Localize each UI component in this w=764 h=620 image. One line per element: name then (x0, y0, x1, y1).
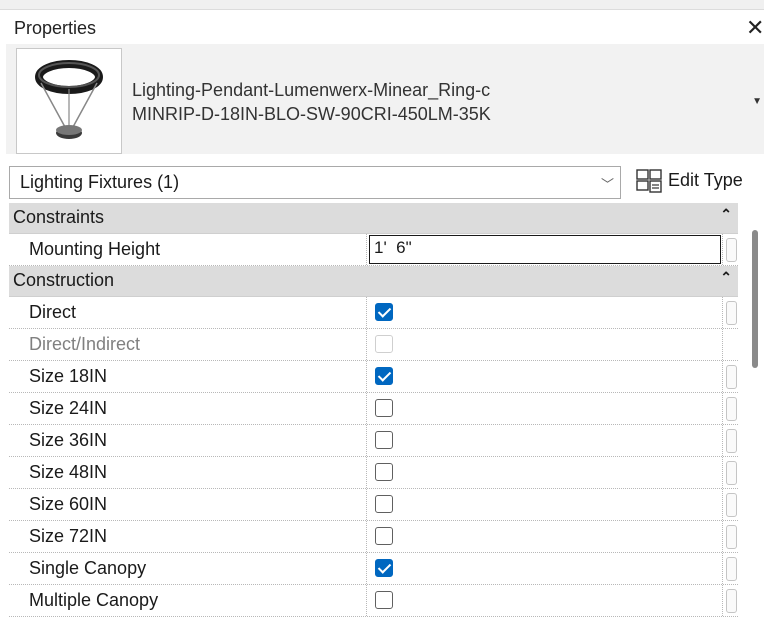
close-icon[interactable]: ✕ (746, 15, 764, 41)
direct-checkbox[interactable] (375, 303, 393, 321)
property-name: Size 36IN (29, 430, 108, 450)
property-row-size-24in[interactable]: Size 24IN (9, 393, 738, 425)
associate-parameter-button[interactable] (726, 238, 737, 262)
property-name: Size 48IN (29, 462, 108, 482)
size-48in-checkbox[interactable] (375, 463, 393, 481)
associate-parameter-button[interactable] (726, 557, 737, 581)
collapse-icon[interactable]: ⌃ (720, 206, 732, 223)
direct-indirect-checkbox (375, 335, 393, 353)
associate-parameter-button[interactable] (726, 397, 737, 421)
property-name: Size 18IN (29, 366, 108, 386)
size-60in-checkbox[interactable] (375, 495, 393, 513)
properties-titlebar: Properties ✕ (6, 13, 764, 45)
property-row-size-60in[interactable]: Size 60IN (9, 489, 738, 521)
collapse-icon[interactable]: ⌃ (720, 269, 732, 286)
instance-filter-value: Lighting Fixtures (1) (20, 172, 180, 192)
property-row-direct-indirect[interactable]: Direct/Indirect (9, 329, 738, 361)
associate-parameter-button[interactable] (726, 589, 737, 613)
property-row-size-36in[interactable]: Size 36IN (9, 425, 738, 457)
property-name: Single Canopy (29, 558, 147, 578)
group-label: Constraints (13, 207, 105, 227)
properties-grid: Constraints ⌃ Mounting Height 1' 6" Cons… (9, 203, 738, 617)
scrollbar-thumb[interactable] (752, 230, 758, 368)
property-name: Multiple Canopy (29, 590, 159, 610)
property-name: Direct/Indirect (29, 334, 141, 354)
associate-parameter-button[interactable] (726, 429, 737, 453)
type-code: MINRIP-D-18IN-BLO-SW-90CRI-450LM-35K (132, 104, 491, 124)
property-row-direct[interactable]: Direct (9, 297, 738, 329)
size-18in-checkbox[interactable] (375, 367, 393, 385)
chevron-down-icon[interactable]: ﹀ (601, 174, 614, 193)
type-name: Lighting-Pendant-Lumenwerx-Minear_Ring-c… (132, 78, 491, 126)
property-name: Size 24IN (29, 398, 108, 418)
property-row-size-72in[interactable]: Size 72IN (9, 521, 738, 553)
size-72in-checkbox[interactable] (375, 527, 393, 545)
size-24in-checkbox[interactable] (375, 399, 393, 417)
associate-parameter-button[interactable] (726, 461, 737, 485)
family-name: Lighting-Pendant-Lumenwerx-Minear_Ring-c (132, 80, 491, 100)
single-canopy-checkbox[interactable] (375, 559, 393, 577)
group-label: Construction (13, 270, 115, 290)
size-36in-checkbox[interactable] (375, 431, 393, 449)
group-construction[interactable]: Construction ⌃ (9, 266, 738, 297)
pendant-ring-light-icon (16, 48, 122, 154)
associate-parameter-button[interactable] (726, 525, 737, 549)
associate-parameter-button[interactable] (726, 493, 737, 517)
edit-type-icon (636, 169, 662, 193)
property-row-size-48in[interactable]: Size 48IN (9, 457, 738, 489)
property-row-single-canopy[interactable]: Single Canopy (9, 553, 738, 585)
panel-title: Properties (14, 18, 97, 38)
property-row-size-18in[interactable]: Size 18IN (9, 361, 738, 393)
multiple-canopy-checkbox[interactable] (375, 591, 393, 609)
type-dropdown-icon[interactable]: ▼ (752, 96, 762, 107)
property-name: Direct (29, 302, 77, 322)
property-name: Size 72IN (29, 526, 108, 546)
property-name: Size 60IN (29, 494, 108, 514)
instance-filter-dropdown[interactable]: Lighting Fixtures (1) ﹀ (9, 166, 621, 199)
property-name: Mounting Height (29, 239, 161, 259)
mounting-height-value: 1' 6" (374, 238, 412, 257)
type-selector[interactable]: Lighting-Pendant-Lumenwerx-Minear_Ring-c… (6, 44, 764, 154)
mounting-height-input[interactable]: 1' 6" (369, 235, 721, 264)
property-row-mounting-height[interactable]: Mounting Height 1' 6" (9, 234, 738, 266)
associate-parameter-button[interactable] (726, 301, 737, 325)
edit-type-label: Edit Type (668, 170, 743, 190)
property-row-multiple-canopy[interactable]: Multiple Canopy (9, 585, 738, 617)
group-constraints[interactable]: Constraints ⌃ (9, 203, 738, 234)
panel-top-edge (0, 0, 764, 10)
associate-parameter-button[interactable] (726, 365, 737, 389)
edit-type-button[interactable]: Edit Type (634, 164, 760, 198)
